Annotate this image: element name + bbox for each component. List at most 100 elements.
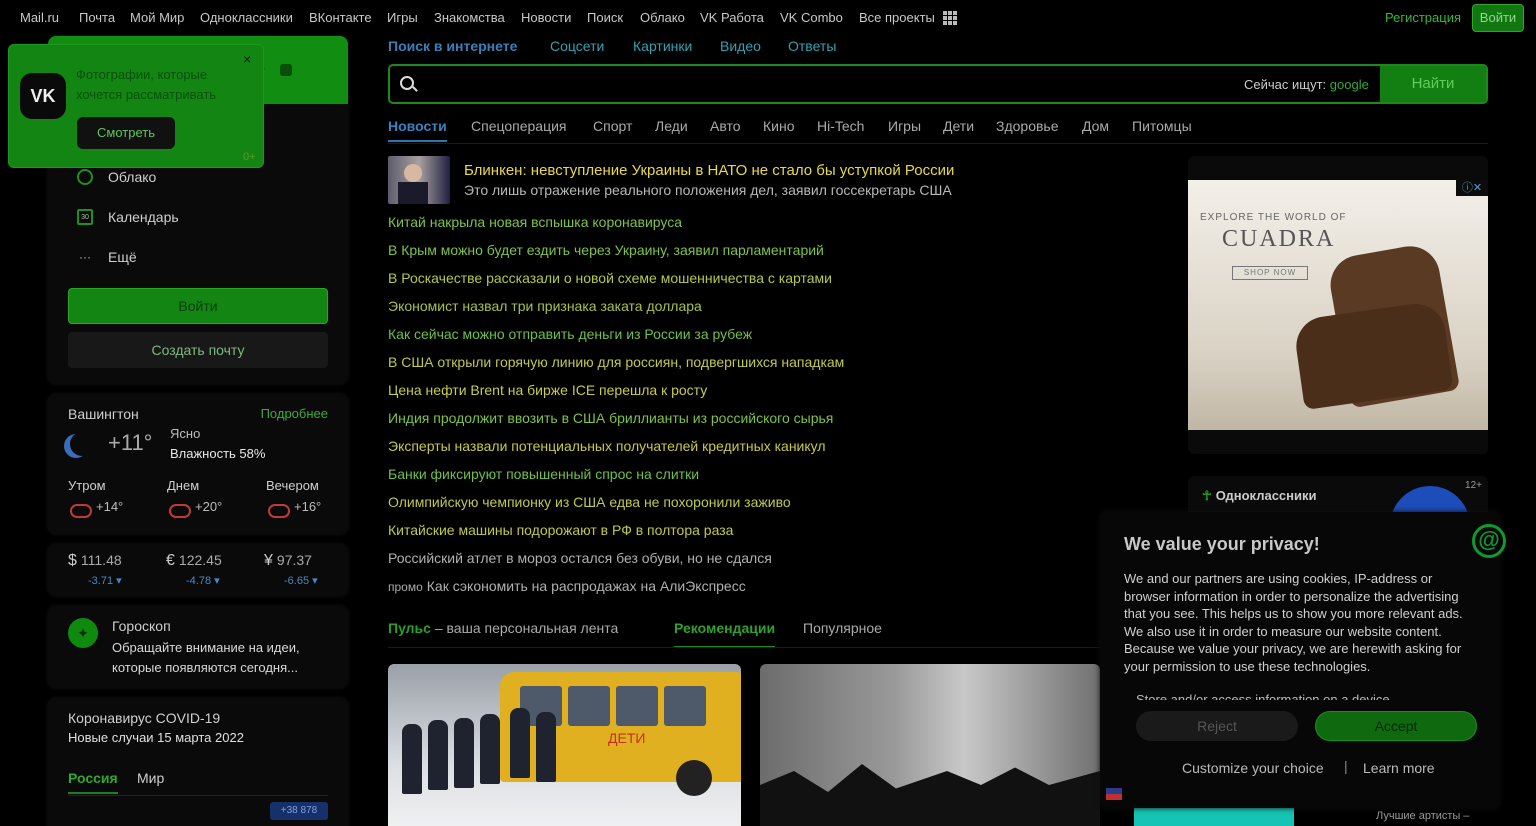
tab-social[interactable]: Соцсети [550,38,604,54]
language-flag-icon[interactable] [1106,788,1122,800]
covid-title: Коронавирус COVID-19 [68,710,221,726]
news-item[interactable]: Индия продолжит ввозить в США бриллианты… [388,410,833,426]
tab-video[interactable]: Видео [720,38,761,54]
close-icon[interactable]: × [243,51,251,67]
advertisement-block[interactable]: EXPLORE THE WORLD OF CUADRA SHOP NOW [1188,156,1488,454]
search-box: Сейчас ищут: google Найти [388,64,1488,104]
rain-cloud-icon [266,500,290,518]
vk-popup-watch-button[interactable]: Смотреть [77,117,175,149]
news-item[interactable]: Как сейчас можно отправить деньги из Рос… [388,326,752,342]
nav-link-ok[interactable]: Одноклассники [200,10,293,25]
currency-cny[interactable]: ¥97.37 -6.65 ▾ [264,552,354,587]
covid-cases-badge: +38 878 [270,802,328,820]
currency-eur[interactable]: €122.45 -4.78 ▾ [166,552,256,587]
news-item[interactable]: Цена нефти Brent на бирже ICE перешла к … [388,382,707,398]
nav-link-dating[interactable]: Знакомства [434,10,505,25]
create-mail-button[interactable]: Создать почту [68,332,328,368]
search-input[interactable] [426,70,1226,98]
learn-more-link[interactable]: Learn more [1363,760,1435,776]
rain-cloud-icon [167,500,191,518]
ad-close-icon[interactable]: ⓘ✕ [1456,180,1488,196]
currency-value: 111.48 [80,552,122,568]
nav-link-mailru[interactable]: Mail.ru [20,10,59,25]
currency-value: 97.37 [276,552,312,568]
register-link[interactable]: Регистрация [1385,10,1461,25]
weather-card[interactable]: Вашингтон Подробнее +11° Ясно Влажность … [48,394,348,534]
search-button[interactable]: Найти [1380,66,1486,102]
tab-hitech[interactable]: Hi-Tech [817,118,864,134]
promo-news-item[interactable]: промо Как сэкономить на распродажах на Ал… [388,578,746,594]
news-item[interactable]: Экономист назвал три признака заката дол… [388,298,702,314]
tab-special-op[interactable]: Спецоперация [471,118,566,134]
nav-link-myworld[interactable]: Мой Мир [130,10,184,25]
feed-card-art-image[interactable] [760,664,1100,826]
nav-link-vk-combo[interactable]: VK Combo [780,10,843,25]
tab-sport[interactable]: Спорт [593,118,632,134]
tab-russia[interactable]: Россия [68,770,118,794]
weather-more-link[interactable]: Подробнее [261,406,328,421]
currency-value: 122.45 [178,552,222,568]
nav-link-news[interactable]: Новости [521,10,571,25]
nav-link-vk-work[interactable]: VK Работа [700,10,764,25]
news-item[interactable]: Эксперты назвали потенциальных получател… [388,438,826,454]
menu-item-more[interactable]: ··· Ещё [76,246,137,268]
tab-recommendations[interactable]: Рекомендации [674,620,776,648]
nav-link-cloud[interactable]: Облако [640,10,685,25]
nav-link-mail[interactable]: Почта [79,10,115,25]
divider [388,647,1100,648]
tab-news[interactable]: Новости [388,118,447,142]
feed-card-bus-image[interactable]: ДЕТИ [388,664,741,826]
tab-popular[interactable]: Популярное [803,620,882,636]
reject-button[interactable]: Reject [1136,711,1298,741]
news-item[interactable]: Российский атлет в мороз остался без обу… [388,550,772,566]
pulse-tagline: – ваша персональная лента [430,620,619,636]
tab-pets[interactable]: Питомцы [1132,118,1192,134]
news-item[interactable]: В США открыли горячую линию для россиян,… [388,354,844,370]
news-item[interactable]: Китайские машины подорожают в РФ в полто… [388,522,733,538]
tab-web-search[interactable]: Поиск в интернете [388,38,517,54]
menu-item-calendar[interactable]: 30 Календарь [76,206,179,228]
nav-link-games[interactable]: Игры [387,10,418,25]
nav-link-all-projects[interactable]: Все проекты [859,10,935,25]
tab-kids[interactable]: Дети [943,118,974,134]
news-item[interactable]: В Роскачестве рассказали о новой схеме м… [388,270,832,286]
tab-games[interactable]: Игры [888,118,921,134]
horoscope-card[interactable]: ✦ Гороскоп Обращайте внимание на идеи, к… [48,606,348,688]
accept-button[interactable]: Accept [1315,711,1477,741]
ad-shop-button[interactable]: SHOP NOW [1232,266,1308,280]
tab-cinema[interactable]: Кино [763,118,795,134]
tab-images[interactable]: Картинки [633,38,692,54]
tab-world[interactable]: Мир [137,770,164,786]
nav-link-search[interactable]: Поиск [587,10,623,25]
lead-news-title[interactable]: Блинкен: невступление Украины в НАТО не … [464,162,954,179]
currency-delta: -6.65 [284,575,310,587]
currency-usd[interactable]: $111.48 -3.71 ▾ [68,552,158,587]
pulse-brand[interactable]: Пульс [388,620,431,636]
all-projects-grid-icon[interactable] [943,11,957,25]
menu-item-cloud[interactable]: Облако [76,166,156,188]
news-item[interactable]: Банки фиксируют повышенный спрос на слит… [388,466,699,482]
news-item[interactable]: Олимпийскую чемпионку из США едва не пох… [388,494,791,510]
login-button[interactable]: Войти [68,288,328,324]
more-icon: ··· [79,250,91,264]
covid-subtitle: Новые случаи 15 марта 2022 [68,730,244,745]
news-item[interactable]: В Крым можно будет ездить через Украину,… [388,242,824,258]
tab-answers[interactable]: Ответы [788,38,836,54]
news-item[interactable]: Китай накрыла новая вспышка коронавируса [388,214,682,230]
mailru-at-icon: @ [1472,524,1506,558]
ad-boots-image[interactable]: EXPLORE THE WORLD OF CUADRA SHOP NOW [1188,180,1488,430]
tab-home[interactable]: Дом [1082,118,1109,134]
moon-icon [70,432,94,456]
ad-tagline: EXPLORE THE WORLD OF [1200,212,1347,223]
trending-query-link[interactable]: google [1330,77,1369,92]
currency-card[interactable]: $111.48 -3.71 ▾ €122.45 -4.78 ▾ ¥97.37 -… [48,544,348,596]
tab-lady[interactable]: Леди [655,118,688,134]
tab-health[interactable]: Здоровье [996,118,1059,134]
lead-news-image[interactable] [388,156,450,204]
tab-auto[interactable]: Авто [710,118,741,134]
nav-link-vk[interactable]: ВКонтакте [309,10,372,25]
top-login-button[interactable]: Войти [1472,4,1524,32]
weather-evening: Вечером +16° [266,478,346,518]
euro-icon: € [166,552,175,569]
customize-choice-link[interactable]: Customize your choice [1182,760,1324,776]
